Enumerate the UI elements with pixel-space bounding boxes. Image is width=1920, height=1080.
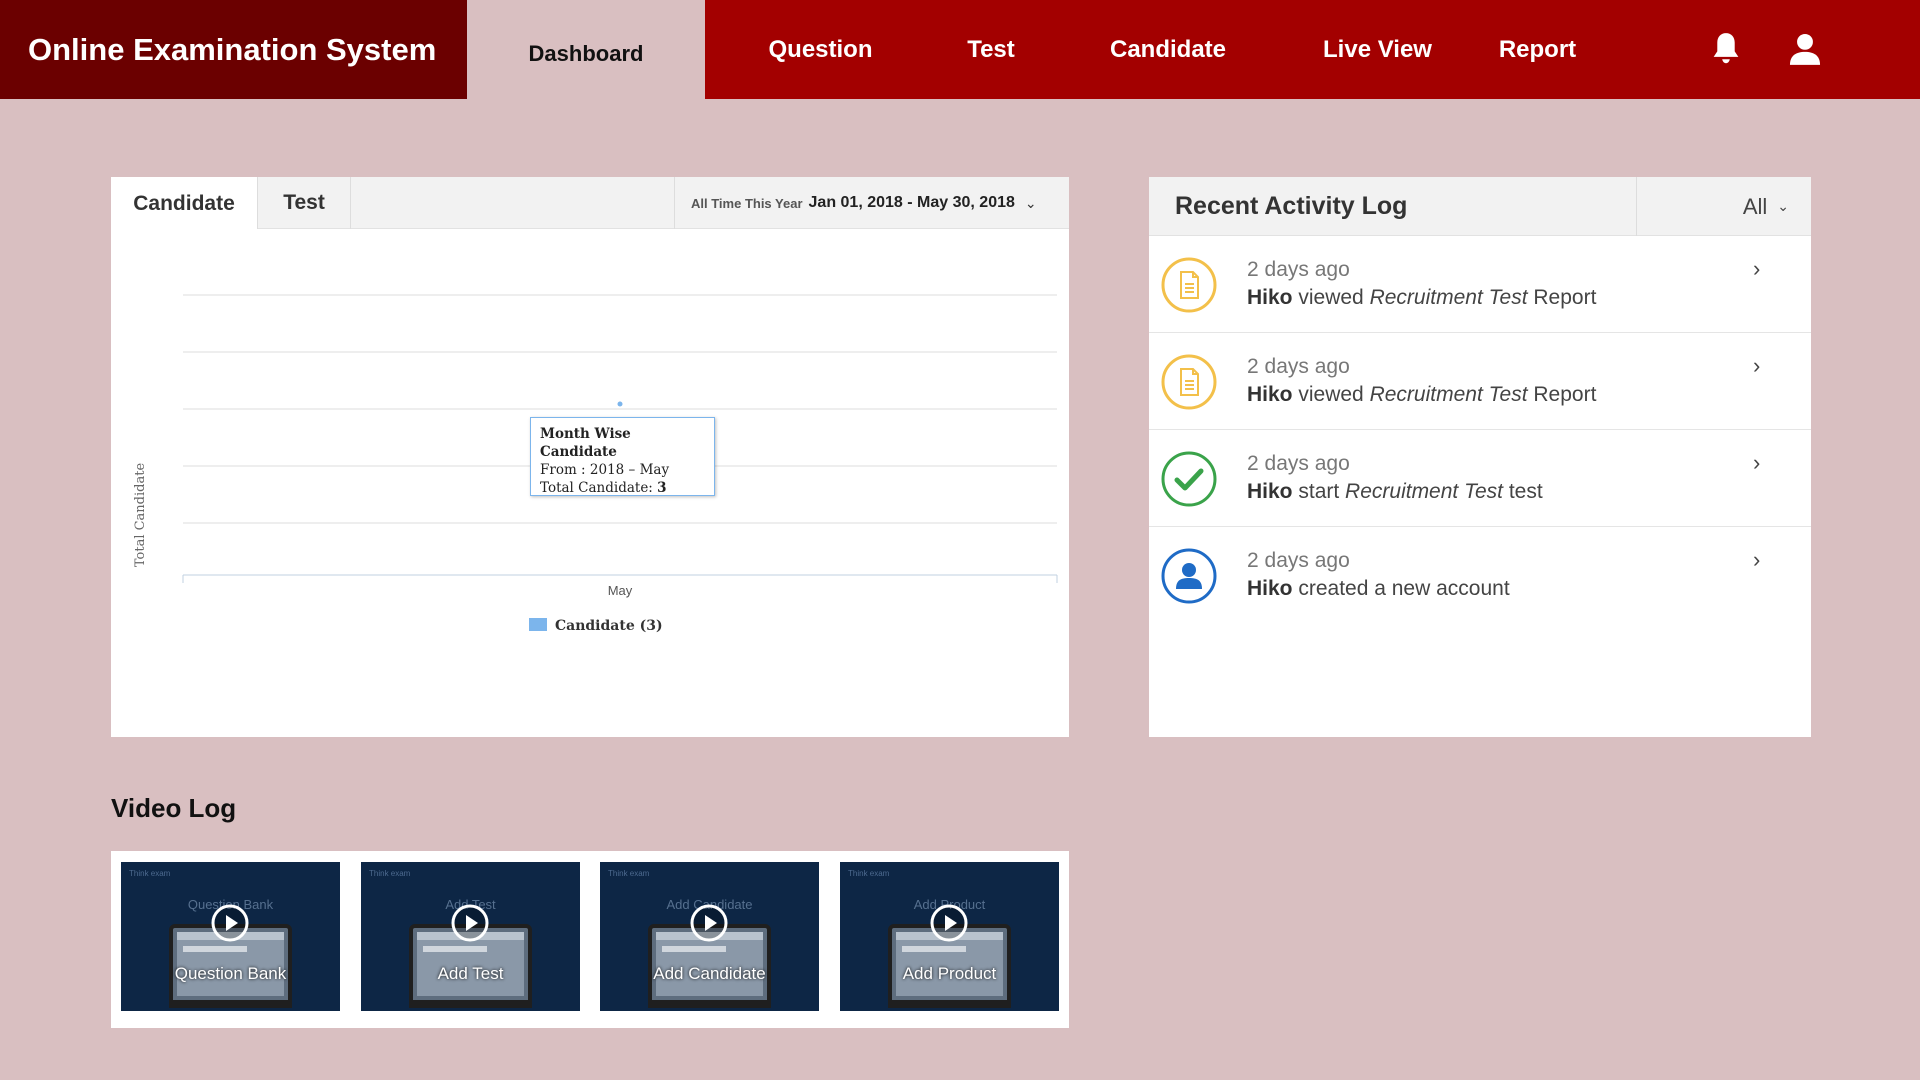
video-brand-tag: Think exam xyxy=(129,869,171,878)
video-brand-tag: Think exam xyxy=(369,869,411,878)
activity-filter-value: All xyxy=(1742,193,1768,219)
activity-time: 2 days ago xyxy=(1247,452,1350,475)
y-axis-label: Total Candidate xyxy=(133,463,148,568)
activity-user: Hiko xyxy=(1247,383,1293,406)
activity-suffix: Report xyxy=(1533,383,1597,406)
activity-item[interactable]: 2 days ago Hiko viewed Recruitment Test … xyxy=(1149,236,1811,333)
video-label: Add Candidate xyxy=(653,964,766,983)
activity-object: Recruitment Test xyxy=(1369,383,1528,406)
legend-label: Candidate (3) xyxy=(555,618,663,634)
video-log-title: Video Log xyxy=(111,793,237,823)
chevron-down-icon: ⌄ xyxy=(1024,194,1037,211)
nav-test[interactable]: Test xyxy=(930,0,1052,99)
nav-question[interactable]: Question xyxy=(743,0,898,99)
legend-swatch xyxy=(529,618,547,631)
nav-report[interactable]: Report xyxy=(1480,0,1595,99)
recent-activity-panel: Recent Activity Log All ⌄ 2 days ago Hik… xyxy=(1149,177,1811,737)
activity-filter-dropdown[interactable]: All ⌄ xyxy=(1636,177,1811,236)
tooltip-total-row: Total Candidate: 3 xyxy=(540,479,705,497)
tooltip-from-row: From : 2018 – May xyxy=(540,461,705,479)
video-thumbnail[interactable]: Think exam Add Product Add Product xyxy=(840,862,1059,1011)
activity-verb: created a new account xyxy=(1298,577,1510,600)
chart-legend[interactable]: Candidate (3) xyxy=(529,618,663,634)
chart-tabs: Candidate Test All Time This Year Jan 01… xyxy=(111,177,1069,230)
activity-suffix: Report xyxy=(1533,286,1597,309)
bell-icon[interactable] xyxy=(1707,30,1745,68)
play-icon[interactable] xyxy=(210,903,250,943)
video-label: Add Test xyxy=(437,964,504,983)
activity-suffix: test xyxy=(1508,480,1543,503)
activity-time: 2 days ago xyxy=(1247,355,1350,378)
nav-dashboard[interactable]: Dashboard xyxy=(467,0,705,99)
candidate-chart-panel: Candidate Test All Time This Year Jan 01… xyxy=(111,177,1069,737)
tab-divider xyxy=(350,177,351,229)
date-range-value: Jan 01, 2018 - May 30, 2018 xyxy=(808,194,1015,211)
activity-verb: viewed xyxy=(1298,383,1364,406)
video-label: Add Product xyxy=(902,964,997,983)
activity-header: Recent Activity Log All ⌄ xyxy=(1149,177,1811,236)
chevron-right-icon[interactable]: › xyxy=(1753,353,1760,379)
x-tick-label: May xyxy=(608,583,633,598)
activity-user: Hiko xyxy=(1247,286,1293,309)
document-icon xyxy=(1161,354,1217,410)
chevron-right-icon[interactable]: › xyxy=(1753,450,1760,476)
tooltip-from-label: From : xyxy=(540,462,586,478)
play-icon[interactable] xyxy=(450,903,490,943)
document-icon xyxy=(1161,257,1217,313)
date-presets: All Time This Year xyxy=(691,195,803,211)
x-axis: May xyxy=(182,574,1058,598)
activity-text: Hiko start Recruitment Test test xyxy=(1247,480,1543,504)
activity-verb: start xyxy=(1298,480,1340,503)
tab-candidate[interactable]: Candidate xyxy=(111,177,257,230)
play-icon[interactable] xyxy=(689,903,729,943)
chevron-right-icon[interactable]: › xyxy=(1753,547,1760,573)
video-thumbnail[interactable]: Think exam Add Test Add Test xyxy=(361,862,580,1011)
tooltip-title: Month Wise Candidate xyxy=(540,426,631,460)
tab-test[interactable]: Test xyxy=(258,177,350,229)
activity-text: Hiko created a new account xyxy=(1247,577,1510,601)
chevron-down-icon: ⌄ xyxy=(1777,198,1789,214)
activity-verb: viewed xyxy=(1298,286,1364,309)
user-icon[interactable] xyxy=(1786,30,1824,68)
nav-live-view[interactable]: Live View xyxy=(1300,0,1455,99)
user-circle-icon xyxy=(1161,548,1217,604)
play-icon[interactable] xyxy=(929,903,969,943)
activity-text: Hiko viewed Recruitment Test Report xyxy=(1247,286,1596,310)
video-thumbnail[interactable]: Think exam Question Bank Question Bank xyxy=(121,862,340,1011)
app-title: Online Examination System xyxy=(0,0,467,99)
activity-item[interactable]: 2 days ago Hiko viewed Recruitment Test … xyxy=(1149,333,1811,430)
date-range-picker[interactable]: All Time This Year Jan 01, 2018 - May 30… xyxy=(674,177,1069,229)
video-thumbnail[interactable]: Think exam Add Candidate Add Candidate xyxy=(600,862,819,1011)
activity-text: Hiko viewed Recruitment Test Report xyxy=(1247,383,1596,407)
top-navbar: Online Examination System Dashboard Ques… xyxy=(0,0,1920,99)
video-label: Question Bank xyxy=(174,964,287,983)
tooltip-total-value: 3 xyxy=(657,480,667,496)
chart-series xyxy=(617,401,623,407)
activity-object: Recruitment Test xyxy=(1345,480,1503,503)
activity-object: Recruitment Test xyxy=(1369,286,1528,309)
activity-time: 2 days ago xyxy=(1247,258,1350,281)
activity-user: Hiko xyxy=(1247,480,1293,503)
activity-time: 2 days ago xyxy=(1247,549,1350,572)
activity-title: Recent Activity Log xyxy=(1175,192,1408,220)
chevron-right-icon[interactable]: › xyxy=(1753,256,1760,282)
video-log-strip: Think exam Question Bank Question Bank T… xyxy=(111,851,1069,1028)
chart-tooltip: Month Wise Candidate From : 2018 – May T… xyxy=(530,417,715,496)
activity-user: Hiko xyxy=(1247,577,1293,600)
check-circle-icon xyxy=(1161,451,1217,507)
activity-item[interactable]: 2 days ago Hiko created a new account › xyxy=(1149,527,1811,624)
tooltip-from-value: 2018 – May xyxy=(589,462,670,478)
nav-candidate[interactable]: Candidate xyxy=(1083,0,1253,99)
video-brand-tag: Think exam xyxy=(608,869,650,878)
tooltip-total-label: Total Candidate: xyxy=(540,480,653,496)
data-point[interactable] xyxy=(617,401,623,407)
video-brand-tag: Think exam xyxy=(848,869,890,878)
activity-item[interactable]: 2 days ago Hiko start Recruitment Test t… xyxy=(1149,430,1811,527)
